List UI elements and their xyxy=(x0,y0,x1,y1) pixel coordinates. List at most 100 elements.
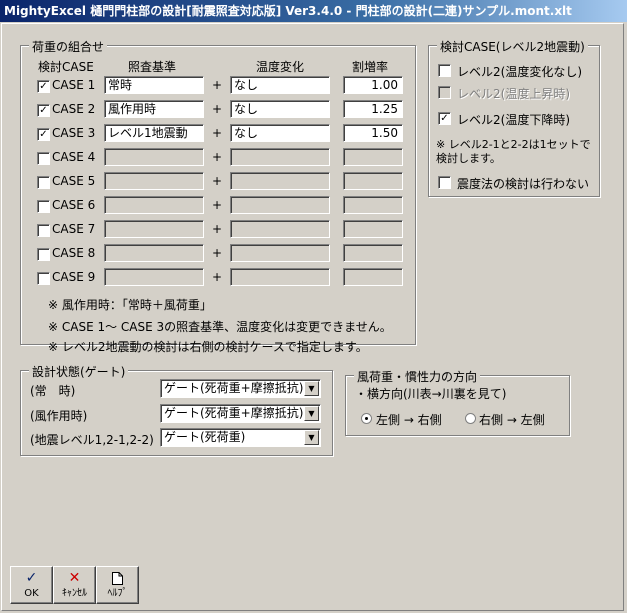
plus-sign: + xyxy=(211,78,223,92)
level2-no-temp-label[interactable]: レベル2(温度変化なし) xyxy=(457,63,582,80)
window-title: MightyExcel 樋門門柱部の設計[耐震照査対応版] Ver3.4.0 -… xyxy=(4,4,572,18)
ok-label: OK xyxy=(24,588,39,599)
wind-right-radio[interactable] xyxy=(465,413,476,424)
note-level2: ※ レベル2地震動の検討は右側の検討ケースで指定します。 xyxy=(48,340,368,354)
rate-field xyxy=(343,148,403,166)
chevron-down-icon[interactable]: ▼ xyxy=(304,381,319,396)
rate-field xyxy=(343,172,403,190)
plus-sign: + xyxy=(211,126,223,140)
header-basis: 照査基準 xyxy=(128,60,177,74)
ok-button[interactable]: ✓ OK xyxy=(10,566,53,604)
header-temp: 温度変化 xyxy=(256,60,305,74)
basis-field xyxy=(104,220,204,238)
plus-sign: + xyxy=(211,174,223,188)
plus-sign: + xyxy=(211,222,223,236)
basis-field xyxy=(104,244,204,262)
basis-field xyxy=(104,148,204,166)
header-case: 検討CASE xyxy=(38,60,94,74)
case-label[interactable]: CASE 7 xyxy=(52,222,95,236)
basis-field[interactable]: レベル1地震動 xyxy=(104,124,204,142)
case-checkbox[interactable]: ✓ xyxy=(37,104,50,117)
rate-field xyxy=(343,196,403,214)
rate-field xyxy=(343,220,403,238)
chevron-down-icon[interactable]: ▼ xyxy=(304,406,319,421)
design-wind-select[interactable]: ゲート(死荷重+摩擦抵抗) ▼ xyxy=(160,404,321,423)
level2-set-note-cont: 検討します。 xyxy=(436,152,501,165)
case-checkbox[interactable] xyxy=(37,176,50,189)
design-wind-label: (風作用時) xyxy=(30,409,88,423)
check-icon: ✓ xyxy=(25,570,38,586)
wind-left-radio[interactable] xyxy=(361,413,372,424)
case-checkbox[interactable]: ✓ xyxy=(37,80,50,93)
note-wind: ※ 風作用時：「常時＋風荷重」 xyxy=(48,298,212,312)
rate-field xyxy=(343,268,403,286)
case-label[interactable]: CASE 9 xyxy=(52,270,95,284)
temp-field[interactable]: なし xyxy=(230,124,330,142)
cancel-label: ｷｬﾝｾﾙ xyxy=(62,588,87,599)
case-label[interactable]: CASE 3 xyxy=(52,126,95,140)
case-checkbox[interactable] xyxy=(37,152,50,165)
plus-sign: + xyxy=(211,246,223,260)
level2-no-temp-checkbox[interactable] xyxy=(438,64,451,77)
x-icon: ✕ xyxy=(68,570,81,586)
case-checkbox[interactable] xyxy=(37,248,50,261)
note-fixed-cases: ※ CASE 1～ CASE 3の照査基準、温度変化は変更できません。 xyxy=(48,320,392,334)
rate-field xyxy=(343,244,403,262)
rate-field[interactable]: 1.50 xyxy=(343,124,403,142)
document-icon xyxy=(97,569,138,588)
case-label[interactable]: CASE 1 xyxy=(52,78,95,92)
case-label[interactable]: CASE 6 xyxy=(52,198,95,212)
basis-field[interactable]: 常時 xyxy=(104,76,204,94)
wind-direction-subtitle: ・横方向(川表→川裏を見て) xyxy=(355,387,507,401)
design-wind-value: ゲート(死荷重+摩擦抵抗) xyxy=(164,406,304,420)
basis-field[interactable]: 風作用時 xyxy=(104,100,204,118)
chevron-down-icon[interactable]: ▼ xyxy=(304,430,319,445)
temp-field xyxy=(230,196,330,214)
design-seismic-select[interactable]: ゲート(死荷重) ▼ xyxy=(160,428,321,447)
design-normal-label: (常 時) xyxy=(30,384,76,398)
cancel-button[interactable]: ✕ ｷｬﾝｾﾙ xyxy=(53,566,96,604)
level2-temp-fall-checkbox[interactable]: ✓ xyxy=(438,112,451,125)
level2-temp-fall-label[interactable]: レベル2(温度下降時) xyxy=(457,111,570,128)
case-checkbox[interactable] xyxy=(37,200,50,213)
seismic-coefficient-checkbox[interactable] xyxy=(438,176,451,189)
temp-field xyxy=(230,244,330,262)
help-button[interactable]: ﾍﾙﾌﾟ xyxy=(96,566,139,604)
wind-direction-title: 風荷重・慣性力の方向 xyxy=(354,368,481,385)
level2-temp-rise-label: レベル2(温度上昇時) xyxy=(457,87,570,101)
case-label[interactable]: CASE 5 xyxy=(52,174,95,188)
level2-temp-rise-checkbox[interactable] xyxy=(438,86,451,99)
title-bar: MightyExcel 樋門門柱部の設計[耐震照査対応版] Ver3.4.0 -… xyxy=(0,0,627,22)
help-label: ﾍﾙﾌﾟ xyxy=(107,588,128,599)
temp-field xyxy=(230,268,330,286)
design-normal-select[interactable]: ゲート(死荷重+摩擦抵抗) ▼ xyxy=(160,379,321,398)
case-label[interactable]: CASE 2 xyxy=(52,102,95,116)
temp-field xyxy=(230,220,330,238)
wind-left-label[interactable]: 左側 → 右側 xyxy=(376,411,442,428)
plus-sign: + xyxy=(211,198,223,212)
rate-field[interactable]: 1.25 xyxy=(343,100,403,118)
case-checkbox[interactable] xyxy=(37,224,50,237)
rate-field[interactable]: 1.00 xyxy=(343,76,403,94)
temp-field[interactable]: なし xyxy=(230,76,330,94)
design-normal-value: ゲート(死荷重+摩擦抵抗) xyxy=(164,381,304,395)
temp-field[interactable]: なし xyxy=(230,100,330,118)
header-rate: 割増率 xyxy=(352,60,389,74)
design-state-title: 設計状態(ゲート) xyxy=(29,363,129,380)
case-checkbox[interactable]: ✓ xyxy=(37,128,50,141)
temp-field xyxy=(230,148,330,166)
case-label[interactable]: CASE 4 xyxy=(52,150,95,164)
level2-title: 検討CASE(レベル2地震動) xyxy=(437,38,588,55)
case-checkbox[interactable] xyxy=(37,272,50,285)
plus-sign: + xyxy=(211,150,223,164)
design-seismic-value: ゲート(死荷重) xyxy=(164,430,246,444)
basis-field xyxy=(104,196,204,214)
basis-field xyxy=(104,172,204,190)
case-label[interactable]: CASE 8 xyxy=(52,246,95,260)
load-combination-title: 荷重の組合せ xyxy=(29,38,108,55)
seismic-coefficient-label[interactable]: 震度法の検討は行わない xyxy=(457,175,589,192)
design-seismic-label: (地震レベル1,2-1,2-2) xyxy=(30,433,154,447)
plus-sign: + xyxy=(211,102,223,116)
wind-right-label[interactable]: 右側 → 左側 xyxy=(479,411,545,428)
plus-sign: + xyxy=(211,270,223,284)
